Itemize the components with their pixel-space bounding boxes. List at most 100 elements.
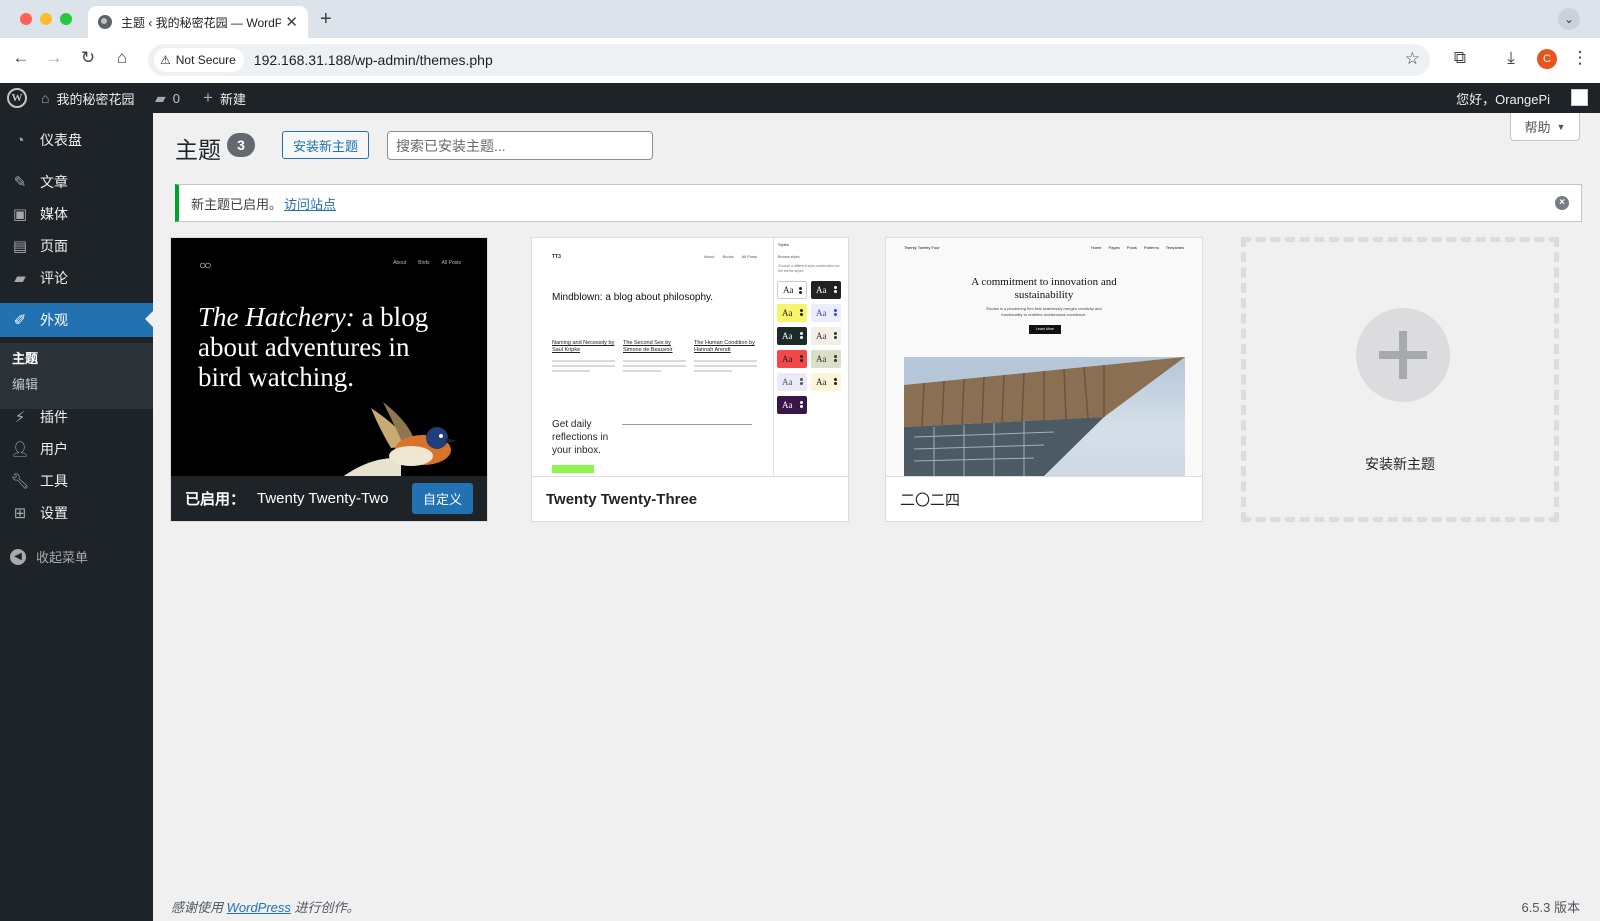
browser-tab-strip: 主题 ‹ 我的秘密花园 — WordPress ✕ + ⌄	[0, 0, 1600, 38]
theme-name: Twenty Twenty-Three	[546, 490, 698, 508]
add-new-theme-label: 安装新主题	[1365, 456, 1435, 472]
customize-button[interactable]: 自定义	[411, 483, 473, 514]
window-close-button[interactable]	[20, 13, 32, 25]
sidebar-item-label: 工具	[40, 473, 68, 489]
screenshot-tagline: Mindblown: a blog about philosophy.	[552, 292, 714, 303]
theme-name-bar: Twenty Twenty-Three	[532, 476, 848, 521]
sidebar-item-media[interactable]: ▣ 媒体	[0, 198, 153, 230]
forward-icon[interactable]: →	[42, 48, 66, 68]
tab-close-icon[interactable]: ✕	[285, 13, 298, 31]
tab-search-icon[interactable]: ⌄	[1558, 8, 1580, 30]
site-name-link[interactable]: ⌂ 我的秘密花园	[41, 83, 134, 113]
style-swatch: Aa	[777, 373, 807, 391]
submenu-item-editor[interactable]: 编辑	[12, 374, 38, 393]
nav-item: Posts	[1126, 245, 1137, 250]
help-tab-button[interactable]: 帮助 ▼	[1510, 113, 1580, 141]
style-swatch: Aa	[777, 281, 807, 299]
tab-title: 主题 ‹ 我的秘密花园 — WordPress	[121, 15, 281, 30]
home-icon[interactable]: ⌂	[110, 48, 134, 68]
pin-icon: ✎	[13, 174, 27, 191]
window-minimize-button[interactable]	[40, 13, 52, 25]
theme-card-twentytwentytwo[interactable]: ○○ About Birds All Posts The Hatchery: a…	[170, 237, 488, 522]
admin-sidebar: ◔ 仪表盘 ✎ 文章 ▣ 媒体 ▤ 页面 ▰ 评论 ✐ 外观 主题 编辑 ⚡ 插…	[0, 113, 153, 921]
nav-item: All Posts	[741, 254, 758, 259]
sidebar-item-settings[interactable]: ⊞ 设置	[0, 497, 153, 529]
sidebar-item-plugins[interactable]: ⚡ 插件	[0, 401, 153, 433]
sidebar-item-comments[interactable]: ▰ 评论	[0, 262, 153, 294]
sidebar-item-users[interactable]: 👤︎ 用户	[0, 433, 153, 465]
style-swatch: Aa	[777, 327, 807, 345]
nav-item: About	[393, 260, 407, 266]
building-illustration-icon	[904, 357, 1185, 476]
building-photo	[904, 357, 1185, 476]
style-swatch: Aa	[777, 304, 807, 322]
theme-screenshot[interactable]: TT3 About Books All Posts Mindblown: a b…	[532, 238, 848, 476]
theme-count-badge: 3	[227, 133, 255, 157]
sidebar-item-pages[interactable]: ▤ 页面	[0, 230, 153, 262]
sidebar-item-dashboard[interactable]: ◔ 仪表盘	[0, 124, 153, 156]
security-chip[interactable]: ⚠ Not Secure	[154, 48, 244, 72]
success-notice: 新主题已启用。 访问站点 ×	[175, 184, 1582, 222]
headline-italic: The Hatchery:	[198, 302, 355, 332]
brush-icon: ✐	[13, 312, 27, 329]
submenu-item-themes[interactable]: 主题	[12, 348, 38, 367]
add-new-theme-card[interactable]: 安装新主题	[1241, 237, 1559, 522]
sidebar-item-tools[interactable]: 🔧︎ 工具	[0, 465, 153, 497]
style-swatch: Aa	[811, 327, 841, 345]
home-icon: ⌂	[41, 90, 50, 106]
footer-thanks-pre: 感谢使用	[171, 900, 227, 915]
sidebar-item-label: 外观	[40, 312, 68, 328]
plugin-icon: ⚡	[14, 409, 26, 426]
nav-item: Home	[1090, 245, 1102, 250]
screenshot-post-columns: Naming and Necessity by Saul Kripke The …	[552, 340, 757, 375]
theme-screenshot[interactable]: Twenty Twenty Four Home Pages Posts Patt…	[886, 238, 1202, 476]
sidebar-item-posts[interactable]: ✎ 文章	[0, 166, 153, 198]
footer-version: 6.5.3 版本	[1521, 900, 1580, 915]
styles-description: Choose a different style combination for…	[778, 264, 840, 273]
styles-panel: Styles Browse styles Choose a different …	[773, 238, 848, 476]
reload-icon[interactable]: ↻	[76, 48, 100, 68]
user-greeting[interactable]: 您好，OrangePi	[1456, 83, 1550, 113]
new-content-menu[interactable]: + 新建	[203, 83, 246, 113]
browser-menu-icon[interactable]: ⋮	[1568, 48, 1592, 68]
address-bar[interactable]: ⚠ Not Secure 192.168.31.188/wp-admin/the…	[148, 44, 1430, 76]
browser-tab[interactable]: 主题 ‹ 我的秘密花园 — WordPress ✕	[88, 6, 308, 38]
screenshot-brand: Twenty Twenty Four	[904, 245, 940, 250]
search-themes-input[interactable]	[387, 131, 653, 160]
nav-item: Birds	[418, 260, 430, 266]
add-new-theme-button[interactable]: 安装新主题	[282, 131, 370, 159]
wordpress-link[interactable]: WordPress	[227, 900, 291, 915]
footer-thanks-post: 进行创作。	[290, 900, 360, 915]
url-text[interactable]: 192.168.31.188/wp-admin/themes.php	[254, 52, 493, 68]
extensions-icon[interactable]: ⧉	[1448, 48, 1472, 68]
visit-site-link[interactable]: 访问站点	[284, 194, 336, 213]
sidebar-item-label: 评论	[40, 270, 68, 286]
collapse-menu-button[interactable]: ◀ 收起菜单	[10, 547, 88, 566]
style-swatch: Aa	[811, 373, 841, 391]
style-swatch: Aa	[811, 281, 841, 299]
wp-logo-menu[interactable]: W	[7, 83, 27, 113]
comments-link[interactable]: ▰ 0	[155, 83, 180, 113]
theme-screenshot[interactable]: ○○ About Birds All Posts The Hatchery: a…	[171, 238, 487, 476]
caret-down-icon: ▼	[1556, 121, 1566, 132]
sidebar-item-appearance[interactable]: ✐ 外观	[0, 303, 153, 337]
site-name: 我的秘密花园	[56, 91, 135, 107]
download-icon[interactable]: ⤓	[1499, 48, 1523, 68]
bird-illustration-icon	[343, 402, 457, 476]
sidebar-item-label: 仪表盘	[40, 132, 82, 148]
user-avatar[interactable]	[1571, 89, 1588, 106]
theme-card-twentytwentythree[interactable]: TT3 About Books All Posts Mindblown: a b…	[531, 237, 849, 522]
help-label: 帮助	[1524, 120, 1551, 135]
profile-avatar[interactable]: C	[1537, 49, 1557, 69]
post-column: The Second Sex by Simone de Beauvoir	[623, 340, 686, 375]
back-icon[interactable]: ←	[9, 48, 33, 68]
new-tab-button[interactable]: +	[320, 8, 332, 31]
nav-item: Pages	[1108, 245, 1120, 250]
collapse-arrow-icon: ◀	[10, 548, 26, 565]
style-swatch: Aa	[777, 350, 807, 368]
add-theme-circle	[1356, 308, 1450, 402]
dismiss-notice-icon[interactable]: ×	[1555, 196, 1569, 210]
bookmark-star-icon[interactable]: ☆	[1405, 49, 1420, 69]
window-zoom-button[interactable]	[60, 13, 72, 25]
theme-card-twentytwentyfour[interactable]: Twenty Twenty Four Home Pages Posts Patt…	[885, 237, 1203, 522]
